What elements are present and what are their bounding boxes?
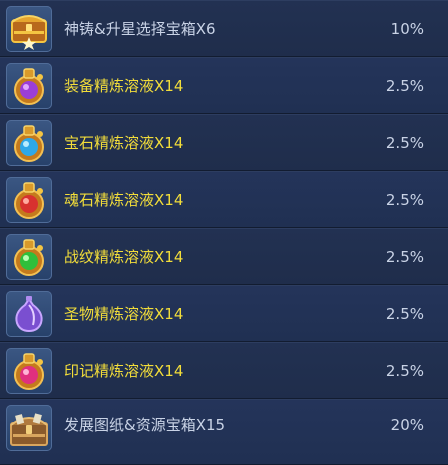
item-name: 宝石精炼溶液X14 (64, 134, 184, 152)
list-item: 战纹精炼溶液X14 2.5% (0, 228, 448, 285)
list-item: 发展图纸&资源宝箱X15 20% (0, 399, 448, 465)
item-name: 圣物精炼溶液X14 (64, 305, 184, 323)
list-item: 圣物精炼溶液X14 2.5% (0, 285, 448, 342)
resource-chest-icon (6, 405, 52, 451)
item-name: 战纹精炼溶液X14 (64, 248, 184, 266)
item-percent: 2.5% (385, 191, 424, 209)
blue-potion-flask-icon (6, 120, 52, 166)
item-percent: 10% (390, 20, 424, 38)
item-percent: 2.5% (385, 77, 424, 95)
list-item: 宝石精炼溶液X14 2.5% (0, 114, 448, 171)
violet-potion-bottle-icon (6, 291, 52, 337)
list-item: 印记精炼溶液X14 2.5% (0, 342, 448, 399)
purple-potion-flask-icon (6, 63, 52, 109)
list-item: 神铸&升星选择宝箱X6 10% (0, 0, 448, 57)
item-percent: 2.5% (385, 248, 424, 266)
list-item: 装备精炼溶液X14 2.5% (0, 57, 448, 114)
item-percent: 2.5% (385, 362, 424, 380)
item-name: 神铸&升星选择宝箱X6 (64, 20, 216, 38)
item-name: 魂石精炼溶液X14 (64, 191, 184, 209)
item-name: 装备精炼溶液X14 (64, 77, 184, 95)
pink-potion-flask-icon (6, 348, 52, 394)
golden-chest-icon (6, 6, 52, 52)
item-percent: 20% (390, 416, 424, 434)
item-percent: 2.5% (385, 134, 424, 152)
red-potion-flask-icon (6, 177, 52, 223)
item-name: 发展图纸&资源宝箱X15 (64, 416, 226, 434)
reward-probability-list: 神铸&升星选择宝箱X6 10% 装备精炼溶液X14 2.5% 宝石精炼溶液X14… (0, 0, 448, 465)
list-item: 魂石精炼溶液X14 2.5% (0, 171, 448, 228)
green-potion-flask-icon (6, 234, 52, 280)
item-percent: 2.5% (385, 305, 424, 323)
item-name: 印记精炼溶液X14 (64, 362, 184, 380)
